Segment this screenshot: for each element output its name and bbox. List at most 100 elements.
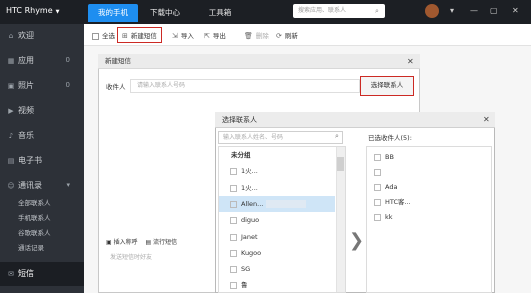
tab-toolbox[interactable]: 工具箱 [195,4,245,22]
pick-contact-button[interactable]: 选择联系人 [360,76,414,96]
list-item[interactable]: Janet [219,229,335,245]
app-title[interactable]: HTC Rhyme ▼ [6,6,60,15]
chevron-down-icon: ▾ [66,181,70,189]
video-icon: ▶ [8,107,14,115]
new-sms-dialog-header: 新建短信 [98,54,420,69]
close-icon[interactable]: ✕ [512,6,519,15]
list-item[interactable]: kk [374,210,486,224]
contact-name: Janet [241,233,258,241]
sidebar-item-label: 应用 [18,56,34,65]
list-item[interactable]: Kugoo [219,245,335,261]
contact-name: SG [241,265,251,273]
maximize-icon[interactable]: ▢ [490,6,498,15]
contact-icon [374,198,381,206]
blurred-number [266,200,307,208]
chevron-right-icon[interactable]: ❯ [349,230,364,251]
sidebar-item-apps[interactable]: ▦ 应用 0 [0,51,84,70]
menu-icon[interactable]: ▾ [450,6,454,15]
list-item[interactable]: HTC客... [374,195,486,209]
checkbox-icon [230,184,237,192]
sidebar-item-label: 音乐 [18,131,34,140]
sidebar-item-label: 电子书 [18,156,42,165]
contact-icon [374,213,381,221]
envelope-icon: ✉ [8,270,14,278]
list-item[interactable]: BB [374,150,486,164]
contact-name: Allen... [241,200,264,208]
export-icon: ⇱ [204,32,210,40]
list-item[interactable]: Ada [374,180,486,194]
global-search-input[interactable]: 搜索应用、联系人 [293,4,385,18]
popular-sms-button[interactable]: ▤ 流行短信 [146,239,178,246]
pick-contact-dialog-header: 选择联系人 [215,112,495,128]
recipient-name: kk [385,213,393,221]
recipient-input[interactable]: 请输入联系人号码 [130,79,360,93]
list-item[interactable]: diguo [219,212,335,228]
contacts-icon: ☺ [7,182,15,190]
import-button[interactable]: ⇲ 导入 [172,30,194,40]
plus-icon: ⊞ [122,32,128,40]
list-item[interactable]: SG [219,261,335,277]
scrollbar-thumb[interactable] [337,157,344,171]
sidebar-item-welcome[interactable]: ⌂ 欢迎 [0,26,84,45]
book-icon: ▤ [7,157,15,165]
group-header[interactable]: 未分组 [219,147,335,163]
checkbox-icon [230,281,237,289]
refresh-icon: ⟳ [276,32,282,40]
import-icon: ⇲ [172,32,178,40]
tab-my-phone[interactable]: 我的手机 [88,4,138,22]
dialog-title: 选择联系人 [222,116,257,124]
compose-toolbar: ▣ 插入称呼 ▤ 流行短信 [106,237,216,249]
popular-sms-label: 流行短信 [153,239,178,246]
search-icon[interactable]: ⌕ [375,4,385,18]
badge-count: 0 [65,81,70,89]
checkbox-icon [230,233,237,241]
contact-name: 1火... [241,167,258,175]
refresh-label: 刷新 [284,32,298,40]
list-item[interactable]: 1火... [219,163,335,179]
sidebar-item-sms[interactable]: ✉ 短信 [0,262,84,286]
export-button[interactable]: ⇱ 导出 [204,30,226,40]
checkbox-icon [230,249,237,257]
checkbox-icon [230,167,237,175]
new-sms-button[interactable]: ⊞ 新建短信 [117,27,162,43]
message-body-input[interactable]: 发送短信时好友 [106,250,216,290]
avatar[interactable] [425,4,439,18]
sidebar-item-video[interactable]: ▶ 视频 [0,101,84,120]
checkbox-icon [230,216,237,224]
refresh-button[interactable]: ⟳ 刷新 [276,30,298,40]
insert-name-label: 插入称呼 [113,239,138,246]
checkbox-icon [230,265,237,273]
home-icon: ⌂ [8,32,14,40]
contact-search-input[interactable]: 输入联系人姓名、号码 [218,131,343,144]
sidebar-item-ebook[interactable]: ▤ 电子书 [0,151,84,170]
contact-icon [374,183,381,191]
contact-name: diguo [241,216,260,224]
sidebar-item-music[interactable]: ♪ 音乐 [0,126,84,145]
music-icon: ♪ [8,132,14,140]
close-icon[interactable]: ✕ [407,57,414,66]
contact-name: 鲁 [241,281,248,289]
sidebar-item-photos[interactable]: ▣ 照片 0 [0,76,84,95]
checkbox-icon [92,32,99,40]
select-all-checkbox[interactable]: 全选 [92,30,115,40]
list-item[interactable]: 鲁 [219,277,335,293]
delete-button[interactable]: 🗑 删除 [244,30,269,40]
list-item[interactable]: 1火... [219,180,335,196]
close-icon[interactable]: ✕ [483,115,490,124]
sidebar-item-label: 视频 [18,106,34,115]
import-label: 导入 [180,32,194,40]
new-sms-label: 新建短信 [130,32,157,40]
sidebar-item-contacts[interactable]: ☺ 通讯录 ▾ [0,176,84,195]
sidebar-item-label: 短信 [18,269,34,278]
chevron-down-icon: ▼ [55,9,60,15]
list-item[interactable] [374,165,486,179]
tab-download-center[interactable]: 下载中心 [140,4,190,22]
list-item-selected[interactable]: Allen... [219,196,335,212]
recipient-name: Ada [385,183,398,191]
photo-icon: ▣ [7,82,15,90]
minimize-icon[interactable]: — [470,6,478,15]
recipient-name: BB [385,153,394,161]
search-icon[interactable]: ⌕ [335,132,339,141]
checkbox-icon [230,200,237,208]
insert-name-button[interactable]: ▣ 插入称呼 [106,239,138,246]
